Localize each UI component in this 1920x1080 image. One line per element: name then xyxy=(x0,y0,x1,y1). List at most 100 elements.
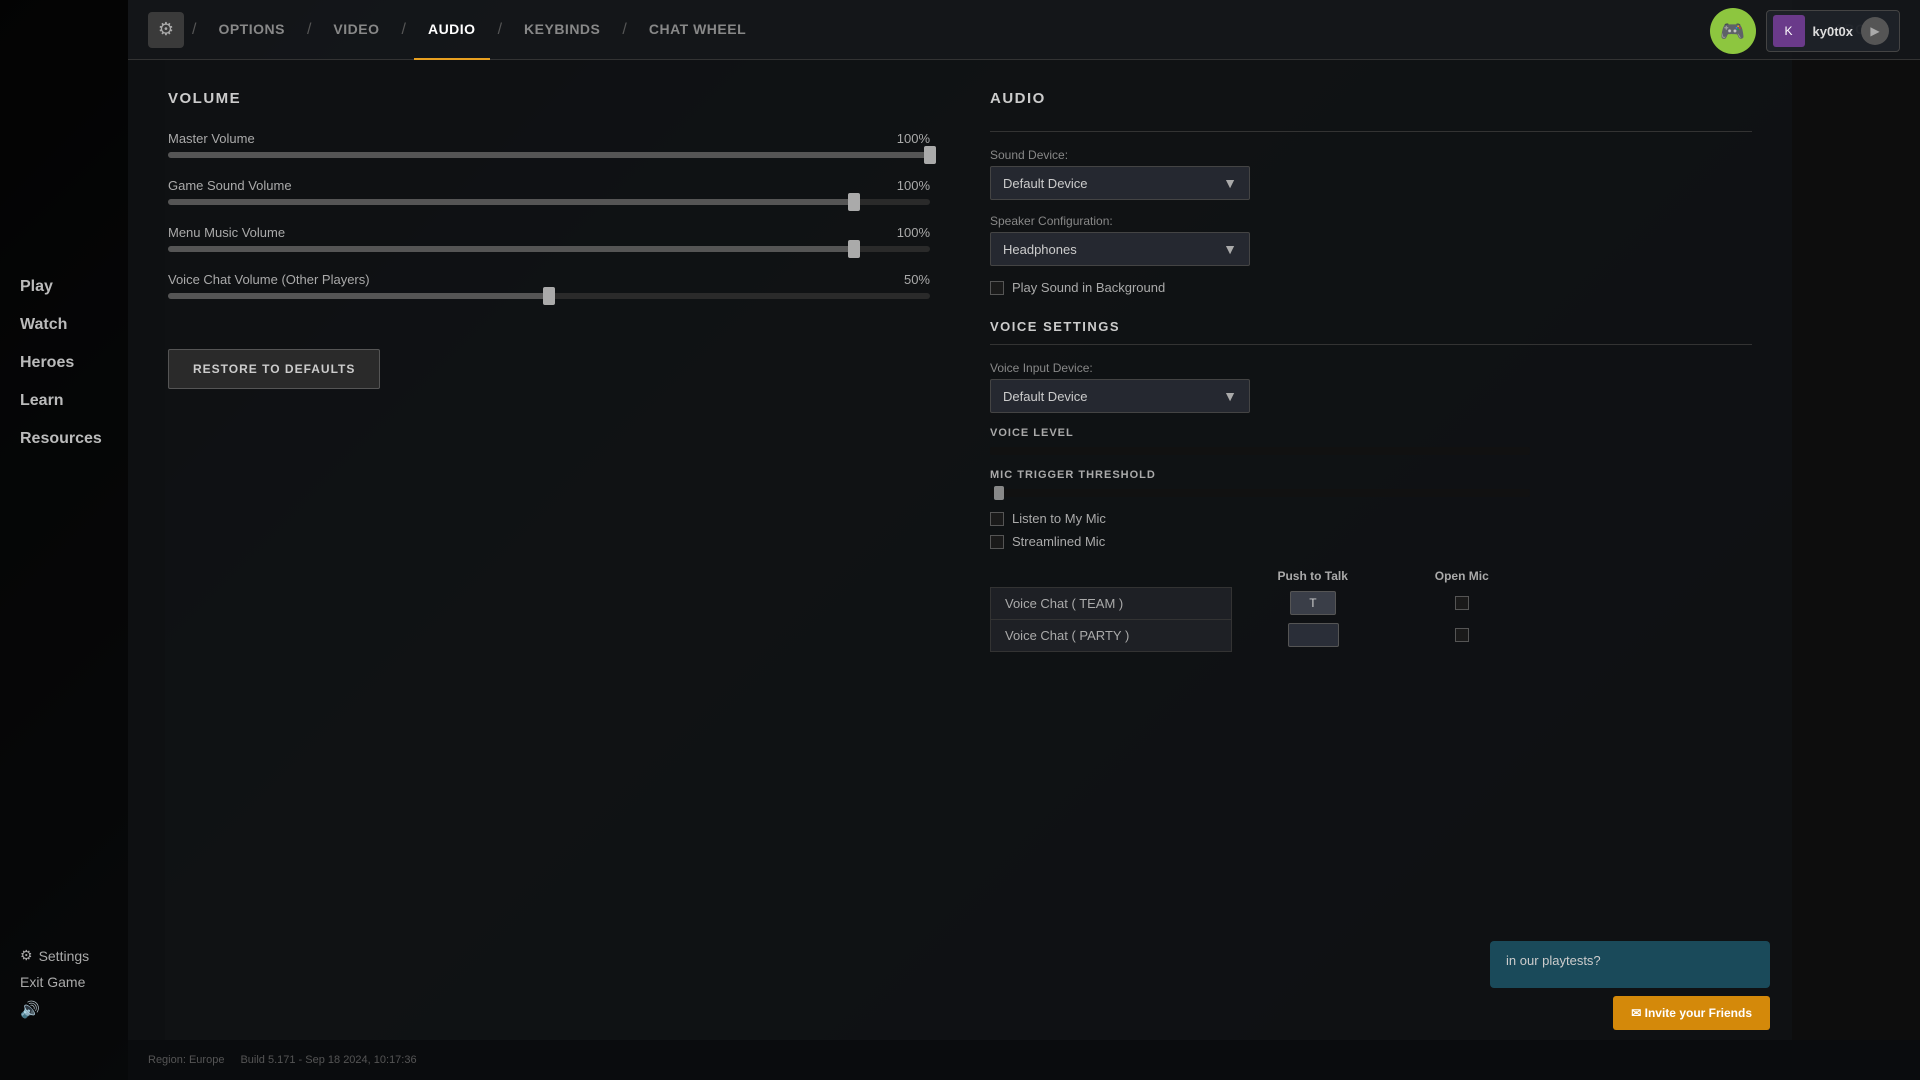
right-side-panel xyxy=(1792,0,1920,1080)
game-sound-volume-row: Game Sound Volume 100% xyxy=(168,178,930,205)
user-name-box[interactable]: K ky0t0x ▶ xyxy=(1766,10,1900,52)
invite-friends-button[interactable]: ✉ Invite your Friends xyxy=(1613,996,1770,1030)
master-volume-label: Master Volume xyxy=(168,131,255,146)
speaker-config-arrow: ▼ xyxy=(1223,241,1237,257)
streamlined-mic-label: Streamlined Mic xyxy=(1012,534,1105,549)
voice-chat-track xyxy=(168,293,930,299)
nav-item-video[interactable]: VIDEO xyxy=(319,0,393,60)
master-volume-thumb[interactable] xyxy=(924,146,936,164)
top-nav: ⚙ / OPTIONS / VIDEO / AUDIO / KEYBINDS /… xyxy=(128,0,1920,60)
voice-chat-label-row: Voice Chat Volume (Other Players) 50% xyxy=(168,272,930,287)
listen-mic-row: Listen to My Mic xyxy=(990,511,1752,526)
menu-music-track xyxy=(168,246,930,252)
volume-section-title: VOLUME xyxy=(168,90,930,107)
sound-device-wrapper: Sound Device: Default Device ▼ xyxy=(990,148,1752,200)
play-sound-bg-checkbox[interactable] xyxy=(990,281,1004,295)
voice-chat-team-open xyxy=(1394,587,1529,619)
nav-item-chat-wheel[interactable]: CHAT WHEEL xyxy=(635,0,760,60)
sound-device-label: Sound Device: xyxy=(990,148,1752,162)
nav-item-keybinds[interactable]: KEYBINDS xyxy=(510,0,614,60)
nav-separator-3: / xyxy=(402,21,406,39)
game-sound-value: 100% xyxy=(897,178,930,193)
menu-music-volume-row: Menu Music Volume 100% xyxy=(168,225,930,252)
speaker-config-value: Headphones xyxy=(1003,242,1077,257)
main-panel: VOLUME Master Volume 100% Game Sound Vol… xyxy=(128,60,1792,1040)
game-sound-thumb[interactable] xyxy=(848,193,860,211)
menu-music-value: 100% xyxy=(897,225,930,240)
listen-mic-checkbox[interactable] xyxy=(990,512,1004,526)
menu-music-fill xyxy=(168,246,854,252)
game-sound-track xyxy=(168,199,930,205)
master-volume-track xyxy=(168,152,930,158)
master-volume-row: Master Volume 100% xyxy=(168,131,930,158)
settings-label: Settings xyxy=(39,948,90,964)
voice-input-device-dropdown[interactable]: Default Device ▼ xyxy=(990,379,1250,413)
sound-device-dropdown[interactable]: Default Device ▼ xyxy=(990,166,1250,200)
voice-chat-party-label: Voice Chat ( PARTY ) xyxy=(991,619,1232,651)
listen-mic-label: Listen to My Mic xyxy=(1012,511,1106,526)
voice-chat-team-label: Voice Chat ( TEAM ) xyxy=(991,587,1232,619)
play-sound-bg-label: Play Sound in Background xyxy=(1012,280,1165,295)
voice-input-device-label: Voice Input Device: xyxy=(990,361,1752,375)
voice-chat-volume-row: Voice Chat Volume (Other Players) 50% xyxy=(168,272,930,299)
voice-input-device-arrow: ▼ xyxy=(1223,388,1237,404)
notification-area: in our playtests? ✉ Invite your Friends xyxy=(1490,941,1770,1030)
sound-device-value: Default Device xyxy=(1003,176,1088,191)
voice-input-device-value: Default Device xyxy=(1003,389,1088,404)
nav-separator-1: / xyxy=(192,21,196,39)
voice-chat-thumb[interactable] xyxy=(543,287,555,305)
party-open-mic-checkbox[interactable] xyxy=(1455,628,1469,642)
table-col-push: Push to Talk xyxy=(1232,565,1394,587)
menu-music-thumb[interactable] xyxy=(848,240,860,258)
speaker-config-dropdown[interactable]: Headphones ▼ xyxy=(990,232,1250,266)
mic-trigger-label: Mic Trigger Threshold xyxy=(990,469,1752,481)
table-col-label xyxy=(991,565,1232,587)
user-area: 🎮 K ky0t0x ▶ xyxy=(1710,8,1900,54)
party-key-badge xyxy=(1288,623,1339,647)
game-sound-fill xyxy=(168,199,854,205)
menu-music-label-row: Menu Music Volume 100% xyxy=(168,225,930,240)
settings-link[interactable]: ⚙ Settings xyxy=(20,947,89,964)
user-play-button[interactable]: ▶ xyxy=(1861,17,1889,45)
mic-threshold-thumb[interactable] xyxy=(994,486,1004,500)
settings-gear-icon[interactable]: ⚙ xyxy=(148,12,184,48)
invite-notification: in our playtests? xyxy=(1490,941,1770,988)
speaker-config-wrapper: Speaker Configuration: Headphones ▼ xyxy=(990,214,1752,266)
sidebar-bottom: ⚙ Settings Exit Game 🔊 xyxy=(20,947,89,1020)
speaker-config-label: Speaker Configuration: xyxy=(990,214,1752,228)
volume-section: VOLUME Master Volume 100% Game Sound Vol… xyxy=(168,90,930,652)
gear-icon: ⚙ xyxy=(20,947,33,964)
game-sound-label: Game Sound Volume xyxy=(168,178,292,193)
volume-icon[interactable]: 🔊 xyxy=(20,1000,89,1020)
team-open-mic-checkbox[interactable] xyxy=(1455,596,1469,610)
user-avatar-circle: 🎮 xyxy=(1710,8,1756,54)
bottom-bar: Region: Europe Build 5.171 - Sep 18 2024… xyxy=(128,1040,1920,1080)
voice-settings-title: VOICE SETTINGS xyxy=(990,319,1752,334)
table-row: Voice Chat ( PARTY ) xyxy=(991,619,1530,651)
voice-chat-party-push[interactable] xyxy=(1232,619,1394,651)
team-key-badge: T xyxy=(1290,591,1335,615)
voice-input-device-wrapper: Voice Input Device: Default Device ▼ xyxy=(990,361,1752,413)
voice-chat-team-push[interactable]: T xyxy=(1232,587,1394,619)
master-volume-value: 100% xyxy=(897,131,930,146)
master-volume-label-row: Master Volume 100% xyxy=(168,131,930,146)
nav-item-audio[interactable]: AUDIO xyxy=(414,0,490,60)
nav-separator-5: / xyxy=(622,21,626,39)
voice-chat-fill xyxy=(168,293,549,299)
restore-defaults-button[interactable]: RESTORE TO DEFAULTS xyxy=(168,349,380,389)
build-text: Build 5.171 - Sep 18 2024, 10:17:36 xyxy=(240,1054,416,1066)
game-sound-label-row: Game Sound Volume 100% xyxy=(168,178,930,193)
username-text: ky0t0x xyxy=(1813,24,1853,39)
play-sound-bg-row: Play Sound in Background xyxy=(990,280,1752,295)
audio-voice-section: AUDIO Sound Device: Default Device ▼ Spe… xyxy=(990,90,1752,652)
table-row: Voice Chat ( TEAM ) T xyxy=(991,587,1530,619)
voice-chat-table: Push to Talk Open Mic Voice Chat ( TEAM … xyxy=(990,565,1530,652)
streamlined-mic-checkbox[interactable] xyxy=(990,535,1004,549)
voice-level-label: Voice Level xyxy=(990,427,1752,439)
sound-device-arrow: ▼ xyxy=(1223,175,1237,191)
exit-label: Exit Game xyxy=(20,974,85,990)
nav-item-options[interactable]: OPTIONS xyxy=(204,0,299,60)
streamlined-mic-row: Streamlined Mic xyxy=(990,534,1752,549)
menu-music-label: Menu Music Volume xyxy=(168,225,285,240)
exit-game-link[interactable]: Exit Game xyxy=(20,974,89,990)
